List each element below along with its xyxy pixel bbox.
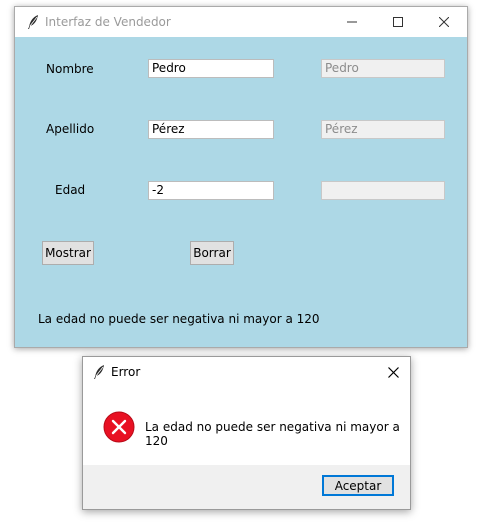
maximize-button[interactable] [375,7,421,37]
dialog-close-button[interactable] [376,357,410,387]
apellido-label: Apellido [46,122,95,136]
dialog-title: Error [111,365,141,379]
apellido-input[interactable]: Pérez [148,120,274,139]
feather-icon [91,364,107,380]
error-message: La edad no puede ser negativa ni mayor a… [145,420,400,448]
error-dialog: Error La edad no puede ser negativa ni m… [82,356,411,510]
minimize-icon [347,21,357,23]
window-title: Interfaz de Vendedor [45,15,171,29]
nombre-display-field: Pedro [321,59,445,78]
dialog-body: La edad no puede ser negativa ni mayor a… [83,387,410,465]
nombre-input[interactable]: Pedro [148,59,274,78]
maximize-icon [393,17,403,27]
nombre-label: Nombre [46,62,94,76]
dialog-titlebar[interactable]: Error [83,357,410,387]
edad-display-field [321,181,445,200]
borrar-button[interactable]: Borrar [190,241,234,265]
dialog-footer: Aceptar [83,465,410,509]
form-area: Nombre Pedro Pedro Apellido Pérez Pérez … [15,37,467,347]
feather-icon [25,14,41,30]
edad-input[interactable]: -2 [148,181,274,200]
aceptar-button[interactable]: Aceptar [322,475,394,496]
status-message: La edad no puede ser negativa ni mayor a… [38,312,320,326]
apellido-display-field: Pérez [321,120,445,139]
close-icon [439,17,449,27]
edad-label: Edad [55,183,86,197]
error-icon [103,411,135,443]
main-window: Interfaz de Vendedor Nombre Pedro Pedro … [14,6,468,348]
minimize-button[interactable] [329,7,375,37]
main-titlebar[interactable]: Interfaz de Vendedor [15,7,467,37]
mostrar-button[interactable]: Mostrar [42,241,94,265]
close-button[interactable] [421,7,467,37]
close-icon [387,366,399,378]
